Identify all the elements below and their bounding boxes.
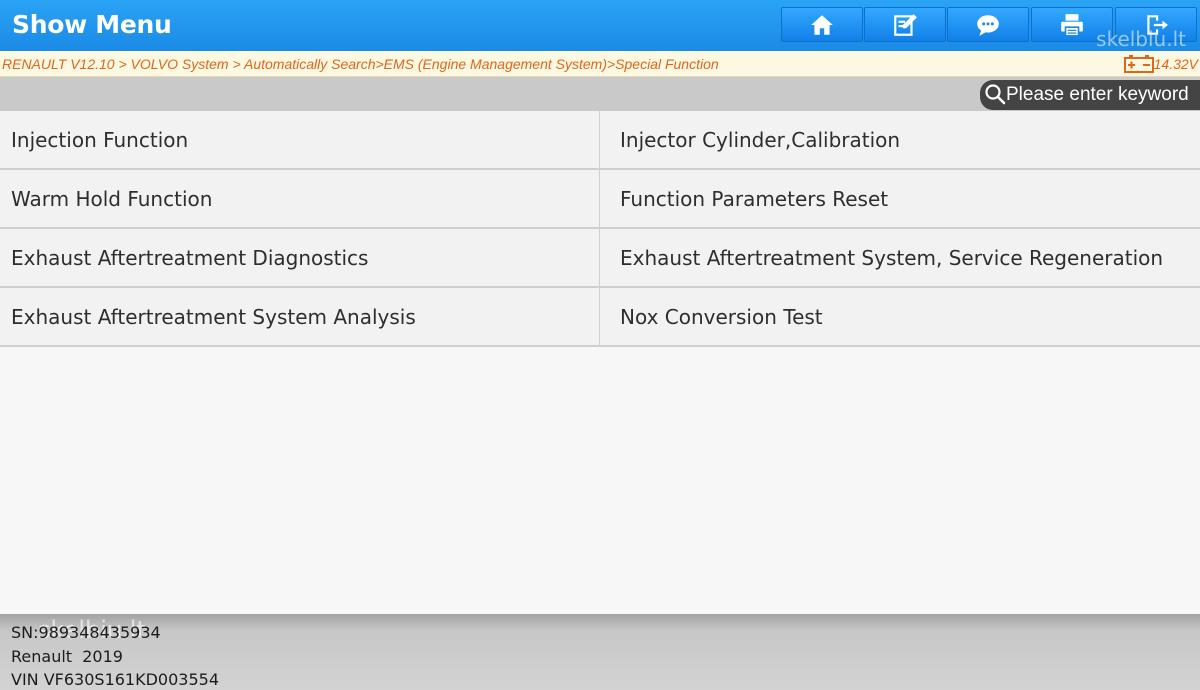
search-input[interactable]: [1006, 82, 1200, 108]
search-icon: [985, 84, 1006, 105]
edit-icon: [894, 13, 917, 36]
search-box[interactable]: [980, 80, 1200, 110]
chat-icon: [977, 14, 999, 36]
watermark-logo: skelbiu.lt: [1096, 27, 1186, 51]
report-button[interactable]: [864, 7, 946, 42]
menu-item-nox-conversion-test[interactable]: Nox Conversion Test: [600, 288, 1200, 347]
title-bar: Show Menu skelbiu.lt: [0, 0, 1200, 51]
voltage-readout: 14.32V: [1153, 56, 1198, 72]
menu-item-injection-function[interactable]: Injection Function: [0, 111, 600, 170]
menu-item-exhaust-aftertreatment-analysis[interactable]: Exhaust Aftertreatment System Analysis: [0, 288, 600, 347]
serial-number: SN:989348435934: [11, 623, 161, 642]
menu-item-function-parameters-reset[interactable]: Function Parameters Reset: [600, 170, 1200, 229]
breadcrumb: RENAULT V12.10 > VOLVO System > Automati…: [2, 56, 719, 72]
function-menu: Injection Function Injector Cylinder,Cal…: [0, 111, 1200, 347]
content-empty-area: [0, 347, 1200, 614]
battery-icon: [1124, 55, 1154, 73]
page-title: Show Menu: [12, 10, 172, 39]
menu-item-warm-hold-function[interactable]: Warm Hold Function: [0, 170, 600, 229]
vehicle-model: Renault 2019: [11, 647, 123, 666]
app-window: Show Menu skelbiu.lt RENAULT V12.10 > VO…: [0, 0, 1200, 690]
print-icon: [1061, 13, 1083, 37]
vehicle-info-footer: skelbiu.lt SN:989348435934 Renault 2019 …: [0, 614, 1200, 690]
home-icon: [811, 14, 833, 35]
menu-item-exhaust-aftertreatment-diagnostics[interactable]: Exhaust Aftertreatment Diagnostics: [0, 229, 600, 288]
vin-number: VIN VF630S161KD003554: [11, 670, 219, 689]
search-toolbar: [0, 77, 1200, 111]
home-button[interactable]: [781, 7, 863, 42]
breadcrumb-bar: RENAULT V12.10 > VOLVO System > Automati…: [0, 51, 1200, 77]
feedback-button[interactable]: [947, 7, 1029, 42]
menu-item-injector-cylinder-calibration[interactable]: Injector Cylinder,Calibration: [600, 111, 1200, 170]
menu-item-service-regeneration[interactable]: Exhaust Aftertreatment System, Service R…: [600, 229, 1200, 288]
